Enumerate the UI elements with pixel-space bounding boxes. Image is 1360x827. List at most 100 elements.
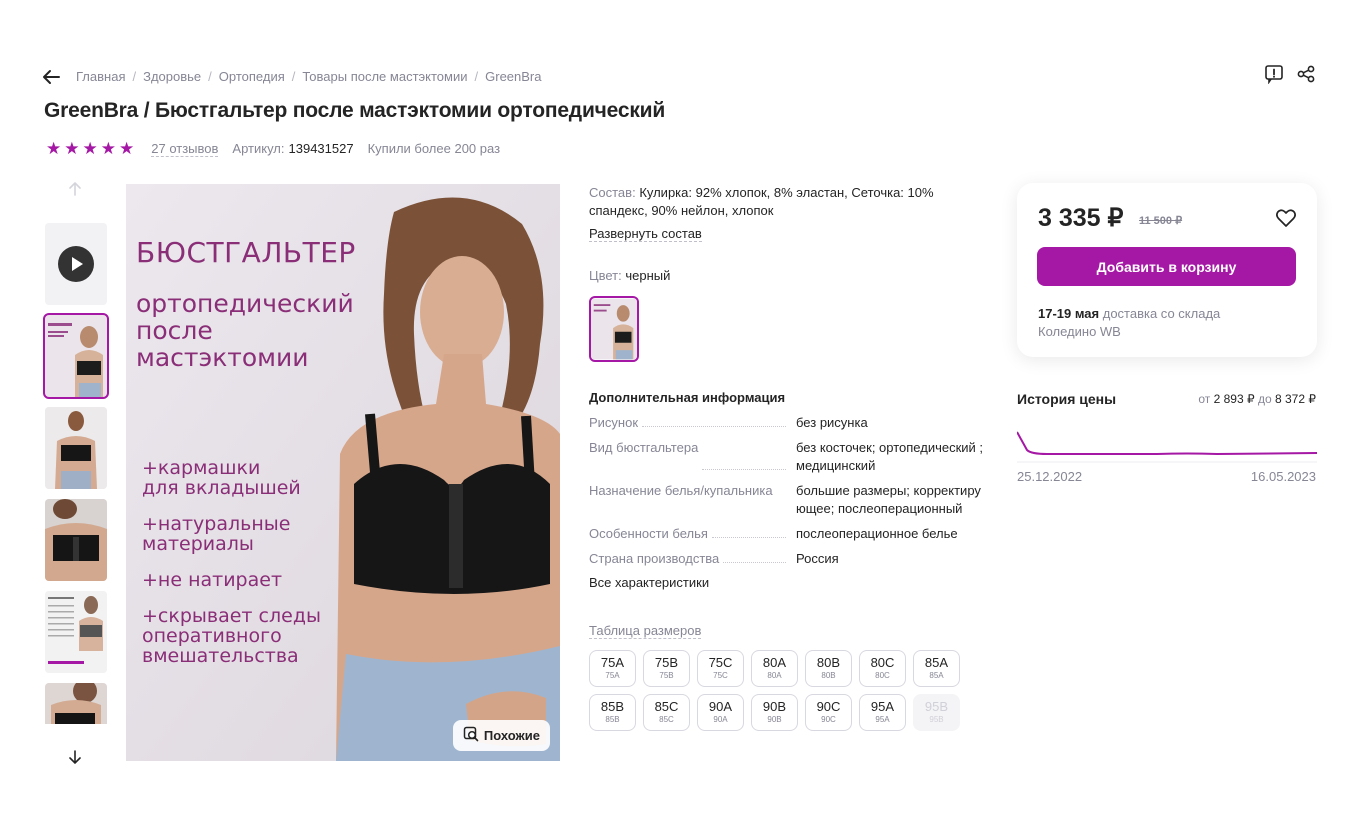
size-ru-label: 90C <box>821 715 836 724</box>
property-value: без косточек; ортопедический ; медицинск… <box>796 440 984 473</box>
thumb-image[interactable] <box>45 591 107 673</box>
property-key: Особенности белья <box>589 525 712 543</box>
price-card: 3 335 ₽ 11 500 ₽ Добавить в корзину 17-1… <box>1017 183 1317 357</box>
add-to-cart-button[interactable]: Добавить в корзину <box>1037 247 1296 286</box>
reviews-link[interactable]: 27 отзывов <box>151 141 219 157</box>
size-label: 75B <box>654 655 679 670</box>
star-icon: ★ <box>82 139 98 158</box>
delivery-dates: 17-19 мая <box>1038 306 1100 321</box>
size-ru-label: 90A <box>713 715 728 724</box>
size-option[interactable]: 80C 80C <box>859 650 906 687</box>
size-label: 85B <box>600 699 625 714</box>
size-option[interactable]: 90A 90A <box>697 694 744 731</box>
page-title: GreenBra / Бюстгальтер после мастэктомии… <box>44 99 666 122</box>
top-actions <box>1264 64 1316 85</box>
property-value: большие размеры; корректирующее; послеоп… <box>796 483 981 516</box>
size-label: 75C <box>708 655 733 670</box>
product-meta: ★ ★ ★ ★ ★ 27 отзывов Артикул: 139431527 … <box>46 140 500 157</box>
composition-value: Кулирка: 92% хлопок, 8% эластан, Сеточка… <box>589 185 934 218</box>
heart-icon[interactable] <box>1275 207 1297 229</box>
breadcrumb-item[interactable]: Ортопедия <box>219 69 285 84</box>
report-icon[interactable] <box>1264 64 1284 85</box>
promo-bullet: +кармашки для вкладышей <box>142 457 301 499</box>
rating-stars: ★ ★ ★ ★ ★ <box>46 140 134 157</box>
additional-info-title: Дополнительная информация <box>589 390 786 405</box>
promo-heading: БЮСТГАЛЬТЕР <box>136 236 356 269</box>
composition: Состав: Кулирка: 92% хлопок, 8% эластан,… <box>589 184 989 220</box>
article-value: 139431527 <box>288 141 354 156</box>
size-option[interactable]: 85B 85B <box>589 694 636 731</box>
breadcrumb-item[interactable]: Товары после мастэктомии <box>302 69 467 84</box>
size-ru-label: 95B <box>929 715 944 724</box>
star-icon: ★ <box>46 139 62 158</box>
thumbs-down-arrow-icon[interactable] <box>66 748 84 766</box>
property-row: Рисунок без рисунка <box>589 414 989 432</box>
share-icon[interactable] <box>1296 64 1316 84</box>
thumb-image[interactable] <box>45 407 107 489</box>
size-table-link[interactable]: Таблица размеров <box>589 623 702 639</box>
promo-bullet: +не натирает <box>142 569 283 591</box>
size-option[interactable]: 95A 95A <box>859 694 906 731</box>
size-label: 85C <box>654 699 679 714</box>
size-option[interactable]: 85A 85A <box>913 650 960 687</box>
expand-composition-link[interactable]: Развернуть состав <box>589 226 702 242</box>
size-option[interactable]: 75A 75A <box>589 650 636 687</box>
size-ru-label: 95A <box>875 715 890 724</box>
main-product-image[interactable]: БЮСТГАЛЬТЕР ортопедический после мастэкт… <box>126 184 560 761</box>
size-ru-label: 75C <box>713 671 728 680</box>
promo-subheading: ортопедический после мастэктомии <box>136 289 354 372</box>
size-selector: 75A 75A 75B 75B 75C 75C 80A 80A 80B 80B 80C 80C 85A 8… <box>589 650 989 731</box>
breadcrumb-item[interactable]: Главная <box>76 69 125 84</box>
thumb-image[interactable] <box>45 683 107 724</box>
range-to-label: до <box>1257 392 1272 406</box>
size-label: 90C <box>816 699 841 714</box>
breadcrumb-item[interactable]: Здоровье <box>143 69 201 84</box>
promo-bullet: +скрывает следы оперативного вмешательст… <box>142 605 321 667</box>
range-to-value: 8 372 ₽ <box>1275 392 1316 406</box>
color-value: черный <box>625 268 671 283</box>
property-value: Россия <box>796 551 839 566</box>
color-swatch[interactable] <box>589 296 639 362</box>
property-row: Особенности белья послеоперационное бель… <box>589 525 989 543</box>
thumb-image[interactable] <box>43 313 109 399</box>
size-label: 95A <box>870 699 895 714</box>
thumb-image[interactable] <box>45 499 107 581</box>
size-option[interactable]: 90B 90B <box>751 694 798 731</box>
size-label: 85A <box>924 655 949 670</box>
size-option[interactable]: 75C 75C <box>697 650 744 687</box>
breadcrumb-separator: / <box>474 69 479 84</box>
size-option[interactable]: 80A 80A <box>751 650 798 687</box>
price-history-range: от 2 893 ₽ до 8 372 ₽ <box>1198 392 1316 406</box>
size-option[interactable]: 85C 85C <box>643 694 690 731</box>
property-value: послеоперационное белье <box>796 526 958 541</box>
delivery-info: 17-19 мая доставка со склада Коледино WB <box>1038 305 1298 341</box>
star-icon: ★ <box>119 139 135 158</box>
thumbs-up-arrow-icon[interactable] <box>66 180 84 198</box>
breadcrumb-item[interactable]: GreenBra <box>485 69 541 84</box>
range-from-label: от <box>1198 392 1211 406</box>
size-option[interactable]: 80B 80B <box>805 650 852 687</box>
property-value: без рисунка <box>796 415 868 430</box>
property-row: Назначение белья/купальника большие разм… <box>589 482 989 518</box>
property-key: Назначение белья/купальника <box>589 482 777 518</box>
size-ru-label: 90B <box>767 715 782 724</box>
size-label: 90B <box>762 699 787 714</box>
size-ru-label: 85B <box>605 715 620 724</box>
price-history-title: История цены <box>1017 391 1117 407</box>
property-row: Вид бюстгальтера без косточек; ортопедич… <box>589 439 989 475</box>
size-option[interactable]: 75B 75B <box>643 650 690 687</box>
thumb-video[interactable] <box>45 223 107 305</box>
current-price: 3 335 ₽ <box>1038 204 1124 232</box>
star-icon: ★ <box>100 139 116 158</box>
property-key: Вид бюстгальтера <box>589 439 703 475</box>
breadcrumb-separator: / <box>291 69 296 84</box>
similar-button[interactable]: Похожие <box>452 720 550 751</box>
composition-label: Состав: <box>589 185 636 200</box>
price-history-chart[interactable] <box>1017 428 1317 464</box>
property-key: Рисунок <box>589 414 643 432</box>
range-from-value: 2 893 ₽ <box>1213 392 1255 406</box>
back-arrow-icon[interactable] <box>40 66 62 88</box>
all-characteristics-link[interactable]: Все характеристики <box>589 575 709 591</box>
size-option[interactable]: 90C 90C <box>805 694 852 731</box>
size-ru-label: 80A <box>767 671 782 680</box>
